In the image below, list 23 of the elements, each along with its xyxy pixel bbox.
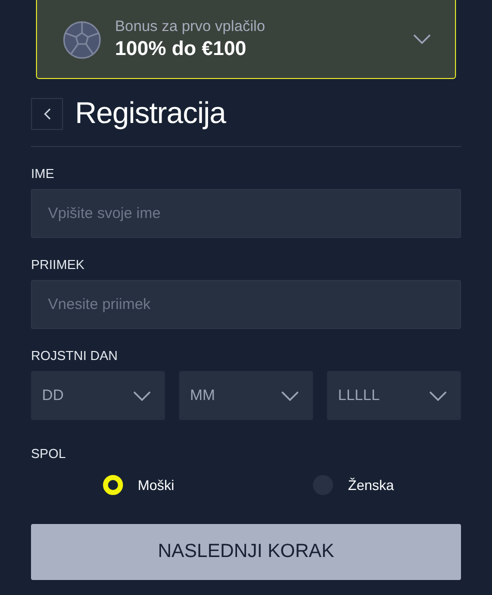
radio-option[interactable]: Ženska <box>313 475 394 495</box>
chevron-down-icon <box>133 390 151 400</box>
ball-icon <box>63 20 101 58</box>
field-label: SPOL <box>31 446 66 461</box>
field-label: IME <box>31 166 54 181</box>
dropdown-field[interactable]: LLLLL <box>327 371 461 420</box>
chevron-down-icon <box>281 390 299 400</box>
bonus-offer: 100% do €100 <box>115 38 246 61</box>
page-title: Registracija <box>75 97 226 131</box>
bonus-card[interactable]: Bonus za prvo vplačilo 100% do €100 <box>36 0 456 79</box>
chevron-down-icon <box>429 390 447 400</box>
field-label: PRIIMEK <box>31 257 84 272</box>
back-button[interactable] <box>31 98 63 130</box>
input-field[interactable]: Vpišite svoje ime <box>31 189 461 238</box>
chevron-down-icon <box>413 34 431 44</box>
radio-option[interactable]: Moški <box>102 475 174 495</box>
field-label: ROJSTNI DAN <box>31 348 118 363</box>
radio-button[interactable] <box>102 475 123 495</box>
dropdown-field[interactable]: DD <box>31 371 165 420</box>
dropdown-field[interactable]: MM <box>179 371 313 420</box>
bonus-caption: Bonus za prvo vplačilo <box>115 18 266 35</box>
input-field[interactable]: Vnesite priimek <box>31 280 461 329</box>
chevron-left-icon <box>44 108 50 120</box>
